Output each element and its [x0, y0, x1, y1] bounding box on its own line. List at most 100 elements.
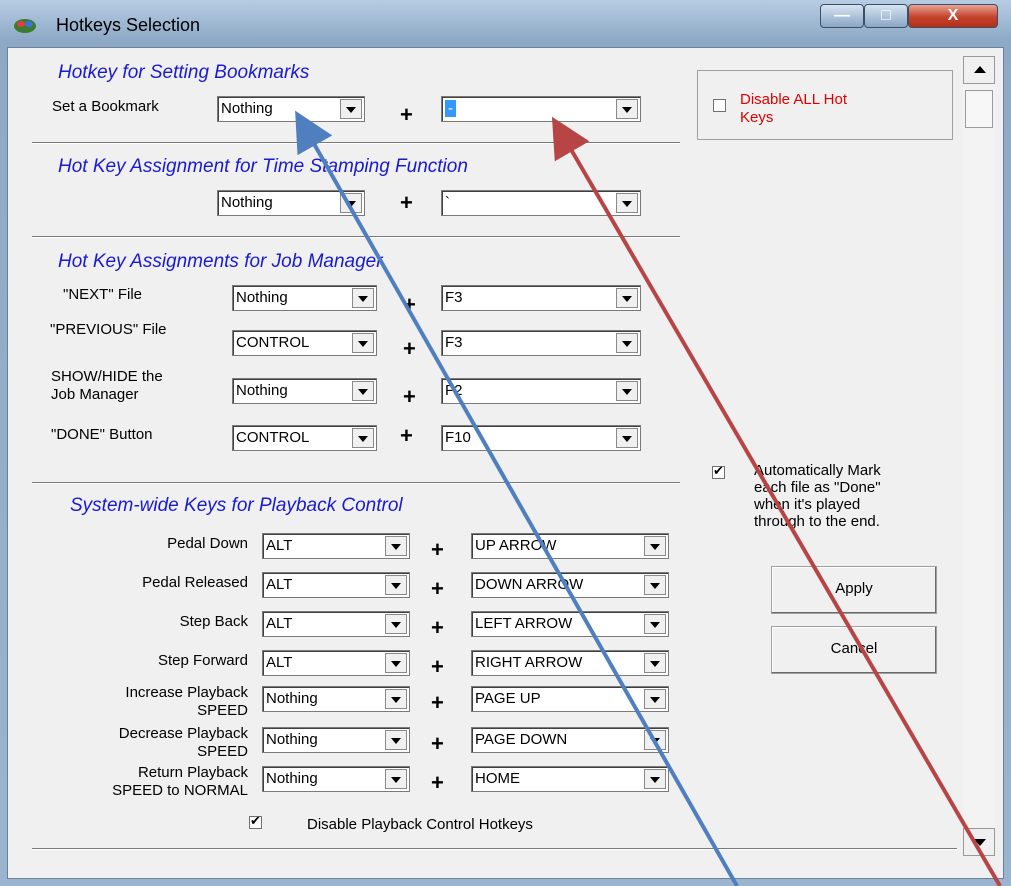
scroll-thumb[interactable] — [965, 90, 993, 128]
chevron-down-icon[interactable] — [352, 381, 374, 401]
playback-row-label-1: Pedal Down — [167, 535, 248, 552]
bookmark-modifier-select[interactable]: Nothing — [217, 96, 365, 122]
chevron-down-icon[interactable] — [352, 333, 374, 353]
playback-row-label-1: Step Back — [179, 613, 248, 630]
playback-row-label-2: SPEED — [197, 702, 248, 719]
playback-modifier-select[interactable]: Nothing — [262, 766, 410, 792]
playback-key-value: PAGE DOWN — [475, 731, 568, 748]
disable-all-group: Disable ALL Hot Keys — [697, 70, 953, 140]
auto-mark-checkbox[interactable]: ✔ — [712, 464, 725, 479]
vertical-scrollbar[interactable] — [963, 56, 995, 856]
chevron-down-icon[interactable] — [385, 536, 407, 556]
minimize-button[interactable]: — — [820, 4, 864, 28]
disable-all-label-2: Keys — [740, 109, 774, 126]
auto-mark-label-4: through to the end. — [754, 513, 880, 530]
plus-sign: + — [431, 770, 444, 795]
chevron-down-icon[interactable] — [616, 288, 638, 308]
chevron-down-icon[interactable] — [616, 333, 638, 353]
maximize-button[interactable]: □ — [864, 4, 908, 28]
chevron-down-icon[interactable] — [385, 689, 407, 709]
chevron-down-icon[interactable] — [340, 99, 362, 119]
job-done-modifier-select[interactable]: CONTROL — [232, 425, 377, 451]
chevron-down-icon[interactable] — [352, 288, 374, 308]
playback-modifier-select[interactable]: ALT — [262, 572, 410, 598]
plus-sign: + — [431, 731, 444, 756]
chevron-down-icon[interactable] — [644, 689, 666, 709]
playback-key-select[interactable]: RIGHT ARROW — [471, 650, 669, 676]
app-icon — [14, 19, 36, 33]
chevron-down-icon[interactable] — [340, 193, 362, 213]
playback-modifier-select[interactable]: Nothing — [262, 686, 410, 712]
window: Hotkeys Selection — □ X Hotkey for Setti… — [0, 0, 1011, 886]
playback-row-label-2: SPEED — [197, 743, 248, 760]
playback-key-select[interactable]: HOME — [471, 766, 669, 792]
divider — [32, 482, 680, 484]
playback-modifier-select[interactable]: ALT — [262, 533, 410, 559]
scroll-up-button[interactable] — [963, 56, 995, 84]
chevron-down-icon[interactable] — [385, 575, 407, 595]
chevron-down-icon[interactable] — [644, 575, 666, 595]
apply-button[interactable]: Apply — [771, 566, 937, 614]
playback-row-label-1: Step Forward — [157, 652, 248, 669]
job-showhide-modifier-select[interactable]: Nothing — [232, 378, 377, 404]
job-done-modifier-value: CONTROL — [236, 429, 310, 446]
playback-key-value: UP ARROW — [475, 537, 557, 554]
divider — [32, 236, 680, 238]
job-next-modifier-value: Nothing — [236, 289, 288, 306]
playback-key-select[interactable]: LEFT ARROW — [471, 611, 669, 637]
chevron-down-icon[interactable] — [616, 99, 638, 119]
job-showhide-key-value: F2 — [445, 382, 463, 399]
close-button[interactable]: X — [908, 4, 998, 28]
disable-playback-checkbox[interactable]: ✔ — [249, 813, 262, 829]
close-icon: X — [947, 7, 959, 24]
job-next-key-value: F3 — [445, 289, 463, 306]
chevron-down-icon[interactable] — [644, 536, 666, 556]
playback-modifier-select[interactable]: ALT — [262, 611, 410, 637]
bookmark-label: Set a Bookmark — [52, 98, 159, 115]
job-previous-key-select[interactable]: F3 — [441, 330, 641, 356]
chevron-down-icon[interactable] — [616, 381, 638, 401]
chevron-down-icon[interactable] — [385, 653, 407, 673]
chevron-down-icon[interactable] — [385, 769, 407, 789]
playback-key-select[interactable]: PAGE DOWN — [471, 727, 669, 753]
playback-key-select[interactable]: UP ARROW — [471, 533, 669, 559]
playback-modifier-select[interactable]: Nothing — [262, 727, 410, 753]
timestamp-key-select[interactable]: ` — [441, 190, 641, 216]
timestamp-modifier-select[interactable]: Nothing — [217, 190, 365, 216]
playback-modifier-value: ALT — [266, 537, 293, 554]
job-done-key-select[interactable]: F10 — [441, 425, 641, 451]
bookmark-key-select[interactable]: - — [441, 96, 641, 122]
chevron-down-icon[interactable] — [385, 614, 407, 634]
job-previous-modifier-select[interactable]: CONTROL — [232, 330, 377, 356]
cancel-button[interactable]: Cancel — [771, 626, 937, 674]
playback-key-select[interactable]: PAGE UP — [471, 686, 669, 712]
job-showhide-label-1: SHOW/HIDE the — [51, 368, 163, 385]
playback-modifier-select[interactable]: ALT — [262, 650, 410, 676]
chevron-down-icon[interactable] — [616, 428, 638, 448]
job-next-modifier-select[interactable]: Nothing — [232, 285, 377, 311]
plus-sign: + — [403, 292, 416, 317]
disable-all-checkbox[interactable] — [713, 99, 726, 112]
chevron-down-icon[interactable] — [644, 730, 666, 750]
chevron-down-icon[interactable] — [644, 769, 666, 789]
playback-row-label-1: Pedal Released — [142, 574, 248, 591]
plus-sign: + — [400, 190, 413, 215]
playback-key-value: LEFT ARROW — [475, 615, 573, 632]
plus-sign: + — [431, 615, 444, 640]
playback-modifier-value: Nothing — [266, 770, 318, 787]
playback-key-select[interactable]: DOWN ARROW — [471, 572, 669, 598]
bookmark-key-value: - — [445, 100, 456, 117]
chevron-down-icon[interactable] — [385, 730, 407, 750]
job-done-label: "DONE" Button — [51, 426, 153, 443]
chevron-down-icon[interactable] — [644, 614, 666, 634]
chevron-down-icon[interactable] — [644, 653, 666, 673]
plus-sign: + — [431, 537, 444, 562]
chevron-down-icon[interactable] — [616, 193, 638, 213]
chevron-down-icon[interactable] — [352, 428, 374, 448]
job-showhide-key-select[interactable]: F2 — [441, 378, 641, 404]
check-icon: ✔ — [250, 813, 261, 828]
bookmarks-section-title: Hotkey for Setting Bookmarks — [58, 62, 310, 83]
job-next-key-select[interactable]: F3 — [441, 285, 641, 311]
playback-row-label-1: Increase Playback — [125, 684, 248, 701]
scroll-down-button[interactable] — [963, 828, 995, 856]
